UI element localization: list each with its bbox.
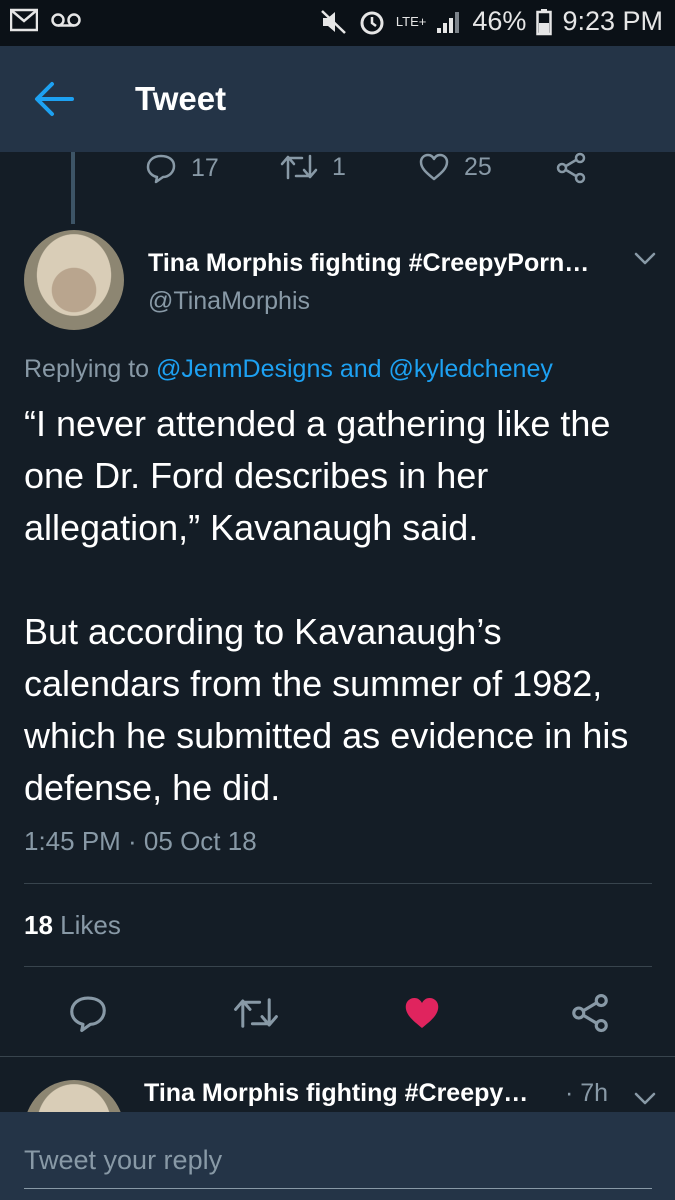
mute-icon <box>320 9 348 35</box>
likes-summary[interactable]: 18 Likes <box>24 910 121 941</box>
app-bar: Tweet <box>0 46 675 152</box>
status-bar: LTE+ 46% 9:23 PM <box>0 0 675 46</box>
divider <box>24 883 652 884</box>
retweet-button[interactable] <box>232 990 280 1036</box>
prev-like-button[interactable]: 25 <box>418 152 492 182</box>
author-name[interactable]: Tina Morphis fighting #CreepyPorn… <box>148 249 589 278</box>
status-right: LTE+ 46% 9:23 PM <box>320 6 663 37</box>
author-handle[interactable]: @TinaMorphis <box>148 287 310 316</box>
like-button[interactable] <box>398 990 446 1036</box>
mention-link-1[interactable]: @JenmDesigns <box>156 355 333 383</box>
heart-outline-icon <box>419 153 449 181</box>
network-type: LTE+ <box>395 14 427 29</box>
prev-reply-button[interactable]: 17 <box>145 152 219 184</box>
reply-icon <box>146 154 176 184</box>
prev-retweet-count: 1 <box>332 152 346 181</box>
retweet-icon <box>280 154 318 180</box>
next-author-name[interactable]: Tina Morphis fighting #Creepy… <box>144 1079 528 1108</box>
reply-input[interactable] <box>24 1142 652 1178</box>
reply-composer <box>0 1112 675 1200</box>
previous-tweet-actions: 17 1 25 <box>0 152 675 192</box>
next-tweet-time: · 7h <box>565 1079 609 1107</box>
reply-input-underline <box>24 1188 652 1189</box>
likes-count: 18 <box>24 910 53 940</box>
prev-retweet-button[interactable]: 1 <box>280 152 346 182</box>
back-button[interactable] <box>28 76 78 122</box>
alarm-icon <box>358 8 386 36</box>
share-button[interactable] <box>566 990 614 1036</box>
gmail-icon <box>10 8 38 32</box>
likes-label: Likes <box>60 910 121 940</box>
author-avatar[interactable] <box>24 230 124 330</box>
share-icon <box>572 993 608 1033</box>
divider <box>0 1056 675 1057</box>
prev-share-button[interactable] <box>555 152 587 184</box>
heart-filled-icon <box>405 998 439 1028</box>
battery-percent: 46% <box>472 6 527 36</box>
prev-like-count: 25 <box>464 152 492 181</box>
replying-and[interactable]: and <box>340 355 382 383</box>
voicemail-icon <box>50 8 82 32</box>
network-label: LTE+ <box>396 15 426 28</box>
retweet-icon <box>234 998 278 1028</box>
reply-icon <box>70 996 106 1033</box>
reply-button[interactable] <box>64 990 112 1036</box>
battery-icon <box>536 8 553 36</box>
replying-to: Replying to @JenmDesigns and @kyledchene… <box>24 355 553 384</box>
mention-link-2[interactable]: @kyledcheney <box>389 355 553 383</box>
back-arrow-icon <box>35 82 74 116</box>
prev-reply-count: 17 <box>191 153 219 182</box>
replying-prefix: Replying to <box>24 355 150 383</box>
page-title: Tweet <box>135 80 227 117</box>
tweet-text: “I never attended a gathering like the o… <box>24 403 629 808</box>
divider <box>24 966 652 967</box>
status-left <box>10 8 82 32</box>
tweet-timestamp: 1:45 PM · 05 Oct 18 <box>24 826 257 856</box>
clock: 9:23 PM <box>562 6 663 36</box>
next-tweet-menu-button[interactable] <box>630 1086 660 1110</box>
tweet-menu-button[interactable] <box>630 246 660 270</box>
chevron-down-icon <box>634 252 656 265</box>
chevron-down-icon <box>634 1092 656 1105</box>
share-icon <box>556 152 586 184</box>
signal-icon <box>436 10 462 34</box>
